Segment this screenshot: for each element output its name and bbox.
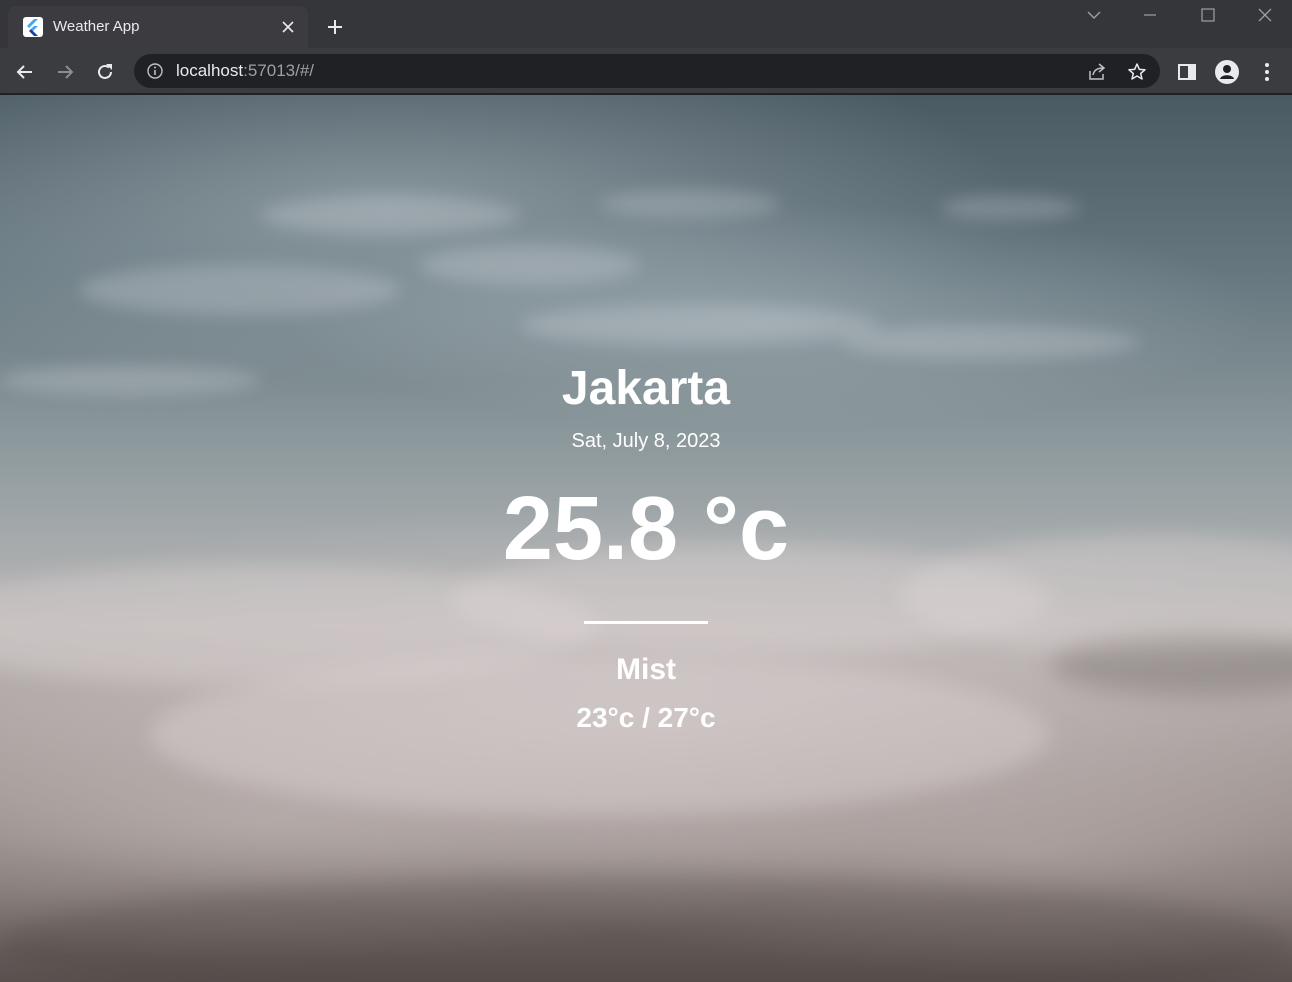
plus-icon[interactable] bbox=[324, 16, 346, 38]
browser-toolbar: localhost:57013/#/ bbox=[0, 48, 1292, 94]
window-close-icon[interactable] bbox=[1253, 4, 1277, 26]
tab-title: Weather App bbox=[53, 18, 140, 35]
minimize-icon[interactable] bbox=[1138, 4, 1162, 26]
flutter-icon bbox=[23, 17, 43, 37]
weather-info: Jakarta Sat, July 8, 2023 25.8 °c Mist 2… bbox=[0, 95, 1292, 982]
close-icon[interactable] bbox=[278, 17, 298, 37]
current-temperature: 25.8 °c bbox=[502, 479, 790, 579]
info-icon[interactable] bbox=[146, 62, 164, 80]
divider bbox=[584, 621, 708, 624]
maximize-icon[interactable] bbox=[1196, 4, 1220, 26]
kebab-menu-icon[interactable] bbox=[1254, 59, 1280, 85]
browser-tab[interactable]: Weather App bbox=[8, 6, 308, 48]
city-name: Jakarta bbox=[561, 362, 731, 415]
temperature-range: 23°c / 27°c bbox=[576, 702, 716, 733]
back-arrow-icon[interactable] bbox=[12, 59, 38, 85]
star-icon[interactable] bbox=[1126, 61, 1148, 83]
weather-page: Jakarta Sat, July 8, 2023 25.8 °c Mist 2… bbox=[0, 95, 1292, 982]
browser-titlebar: Weather App bbox=[0, 0, 1292, 48]
profile-icon[interactable] bbox=[1214, 59, 1240, 85]
forward-arrow-icon[interactable] bbox=[52, 59, 78, 85]
side-panel-icon[interactable] bbox=[1174, 59, 1200, 85]
weather-condition: Mist bbox=[616, 653, 676, 686]
reload-icon[interactable] bbox=[92, 59, 118, 85]
share-icon[interactable] bbox=[1086, 61, 1108, 83]
url-text[interactable]: localhost:57013/#/ bbox=[176, 62, 314, 80]
url-path: :57013/#/ bbox=[243, 61, 315, 80]
current-date: Sat, July 8, 2023 bbox=[571, 430, 721, 452]
address-bar[interactable]: localhost:57013/#/ bbox=[134, 54, 1160, 88]
url-host: localhost bbox=[176, 61, 244, 80]
chevron-down-icon[interactable] bbox=[1082, 4, 1106, 26]
